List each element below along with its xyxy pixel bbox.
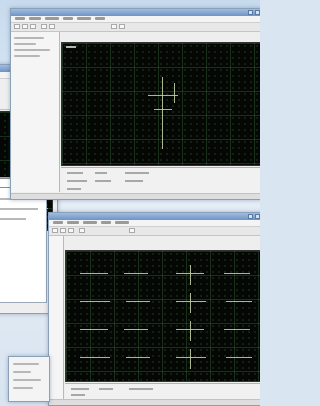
status-text [67,180,87,182]
signal-trace [190,349,191,369]
menu-item[interactable] [95,17,105,20]
signal-trace [176,301,206,302]
sidebar-item[interactable] [14,55,40,57]
minimize-icon[interactable] [248,10,253,15]
bottom-window-menubar[interactable] [49,220,260,227]
tool-button[interactable] [60,228,66,233]
signal-trace [226,357,252,358]
maximize-icon[interactable] [255,214,260,219]
tool-button[interactable] [129,228,135,233]
sidebar-item[interactable] [14,37,44,39]
signal-trace [176,357,206,358]
signal-trace [80,357,110,358]
info-line [13,371,31,373]
top-window-toolbar[interactable] [11,23,260,32]
sidebar-item[interactable] [14,43,36,45]
menu-item[interactable] [67,221,79,224]
status-text [99,388,113,390]
signal-trace [124,273,148,274]
top-window-menubar[interactable] [11,16,260,23]
top-window-titlebar[interactable] [11,9,260,16]
menu-item[interactable] [77,17,91,20]
info-line [13,387,33,389]
dialog-row [0,208,38,210]
bottom-window-sidebar[interactable] [49,236,64,400]
info-panel[interactable] [8,356,50,402]
menu-item[interactable] [45,17,59,20]
plot-grid-dots [66,251,260,381]
signal-trace [226,301,252,302]
bottom-window[interactable] [48,212,260,406]
status-text [95,172,107,174]
signal-trace [224,273,250,274]
signal-trace [126,357,150,358]
status-text [71,388,89,390]
status-text [71,394,85,396]
status-text [95,180,111,182]
sidebar-item[interactable] [14,49,50,51]
menu-item[interactable] [115,221,129,224]
top-window[interactable] [10,8,260,200]
menu-item[interactable] [53,221,63,224]
status-text [67,188,81,190]
tool-button[interactable] [14,24,20,29]
bottom-window-statusbar [49,399,260,405]
status-text [67,172,83,174]
top-window-status-panel [61,167,260,195]
signal-trace [80,329,108,330]
bottom-window-titlebar[interactable] [49,213,260,220]
tool-button[interactable] [30,24,36,29]
signal-trace [80,301,110,302]
status-text [125,180,143,182]
tool-button[interactable] [68,228,74,233]
maximize-icon[interactable] [255,10,260,15]
signal-trace [154,109,172,110]
menu-item[interactable] [29,17,41,20]
menu-item[interactable] [63,17,73,20]
signal-trace [190,321,191,341]
desktop [0,0,260,406]
menu-item[interactable] [15,17,25,20]
top-window-sidebar[interactable] [11,32,60,192]
menu-item[interactable] [83,221,97,224]
tool-button[interactable] [119,24,125,29]
tool-button[interactable] [52,228,58,233]
minimize-icon[interactable] [248,214,253,219]
info-line [13,363,39,365]
signal-trace [124,329,148,330]
dialog-row [0,218,26,220]
info-line [13,379,41,381]
signal-trace [80,273,108,274]
plot-grid-dots [62,43,260,165]
menu-item[interactable] [101,221,111,224]
bottom-window-status-panel [65,383,260,400]
plot-marker [66,46,76,48]
signal-trace [190,293,191,313]
tool-button[interactable] [79,228,85,233]
bottom-window-plot[interactable] [65,250,260,382]
signal-trace [224,329,250,330]
signal-trace [190,265,191,285]
top-window-plot[interactable] [61,42,260,166]
status-text [125,172,149,174]
tool-button[interactable] [49,24,55,29]
tool-button[interactable] [111,24,117,29]
status-text [129,388,153,390]
tool-button[interactable] [22,24,28,29]
tool-button[interactable] [41,24,47,29]
top-window-statusbar [11,193,260,199]
signal-trace [126,301,150,302]
signal-trace [162,77,163,149]
signal-trace [174,83,175,103]
bottom-window-toolbar[interactable] [49,227,260,236]
